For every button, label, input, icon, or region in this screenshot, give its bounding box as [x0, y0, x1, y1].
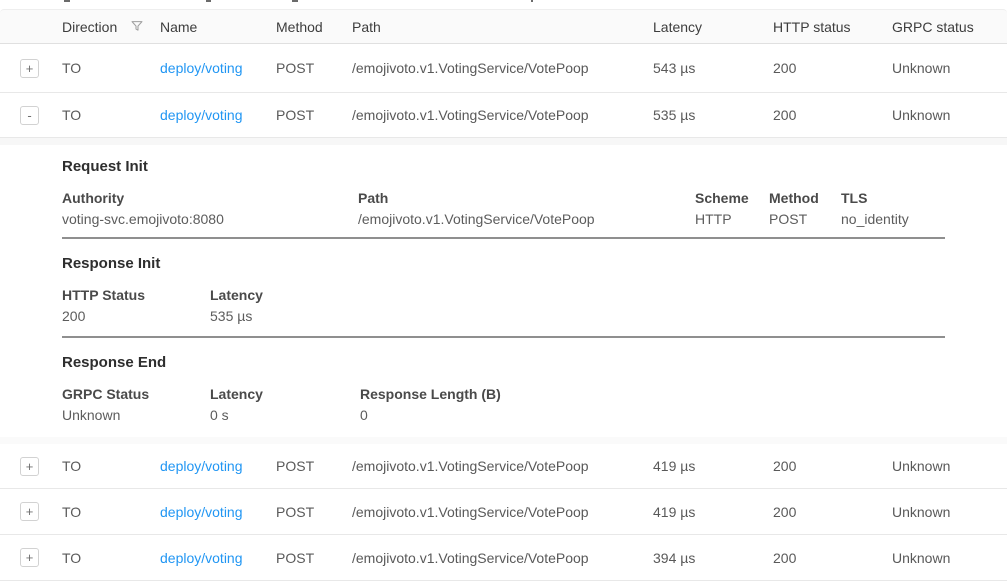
cell-http-status: 200 [773, 60, 892, 76]
column-header-direction-label: Direction [62, 19, 117, 35]
cell-path: /emojivoto.v1.VotingService/VotePoop [352, 458, 653, 474]
tap-results-table: Direction Name Method Path Latency HTTP … [0, 9, 1007, 581]
latency-label: Latency [210, 386, 360, 402]
authority-value: voting-svc.emojivoto:8080 [62, 211, 358, 227]
expand-row-button[interactable]: + [20, 502, 39, 521]
section-divider [62, 336, 945, 338]
cell-http-status: 200 [773, 107, 892, 123]
cell-latency: 543 µs [653, 60, 773, 76]
response-end-title: Response End [62, 354, 945, 372]
http-status-value: 200 [62, 308, 210, 324]
cell-path: /emojivoto.v1.VotingService/VotePoop [352, 107, 653, 123]
response-init-title: Response Init [62, 255, 945, 273]
cell-direction: TO [62, 550, 160, 566]
cell-http-status: 200 [773, 504, 892, 520]
table-row: + TO deploy/voting POST /emojivoto.v1.Vo… [0, 489, 1007, 535]
cell-grpc-status: Unknown [892, 458, 1007, 474]
cell-path: /emojivoto.v1.VotingService/VotePoop [352, 60, 653, 76]
cell-method: POST [276, 458, 352, 474]
request-detail-panel: Request Init Authority Path Scheme Metho… [0, 138, 1007, 444]
cell-latency: 419 µs [653, 504, 773, 520]
cell-path: /emojivoto.v1.VotingService/VotePoop [352, 550, 653, 566]
latency-value: 0 s [210, 407, 360, 423]
column-header-direction: Direction [62, 18, 160, 35]
collapse-row-button[interactable]: - [20, 106, 39, 125]
resource-link[interactable]: deploy/voting [160, 504, 243, 520]
cell-direction: TO [62, 458, 160, 474]
resource-link[interactable]: deploy/voting [160, 550, 243, 566]
cell-direction: TO [62, 60, 160, 76]
grpc-status-value: Unknown [62, 407, 210, 423]
funnel-filter-icon[interactable] [130, 19, 144, 36]
response-length-value: 0 [360, 407, 945, 423]
table-row: + TO deploy/voting POST /emojivoto.v1.Vo… [0, 444, 1007, 489]
table-row: + TO deploy/voting POST /emojivoto.v1.Vo… [0, 44, 1007, 93]
section-divider [62, 237, 945, 239]
column-header-method: Method [276, 19, 352, 35]
cell-http-status: 200 [773, 458, 892, 474]
request-init-title: Request Init [62, 158, 945, 176]
table-row-expanded: - TO deploy/voting POST /emojivoto.v1.Vo… [0, 93, 1007, 138]
tls-value: no_identity [841, 211, 945, 227]
column-header-name: Name [160, 19, 276, 35]
clipped-text-fragment [292, 0, 298, 2]
cell-grpc-status: Unknown [892, 107, 1007, 123]
panel-top-shading [0, 138, 1007, 145]
authority-label: Authority [62, 190, 358, 206]
column-header-http-status: HTTP status [773, 19, 892, 35]
cell-path: /emojivoto.v1.VotingService/VotePoop [352, 504, 653, 520]
method-label: Method [769, 190, 841, 206]
path-value: /emojivoto.v1.VotingService/VotePoop [358, 211, 695, 227]
grpc-status-label: GRPC Status [62, 386, 210, 402]
expand-row-button[interactable]: + [20, 59, 39, 78]
clipped-text-fragment [531, 0, 533, 2]
cell-direction: TO [62, 107, 160, 123]
cell-grpc-status: Unknown [892, 550, 1007, 566]
latency-value: 535 µs [210, 308, 360, 324]
clipped-text-fragment [64, 0, 70, 2]
cell-latency: 535 µs [653, 107, 773, 123]
cell-http-status: 200 [773, 550, 892, 566]
http-status-label: HTTP Status [62, 287, 210, 303]
scheme-label: Scheme [695, 190, 769, 206]
expand-row-button[interactable]: + [20, 457, 39, 476]
cell-method: POST [276, 504, 352, 520]
cell-grpc-status: Unknown [892, 60, 1007, 76]
clipped-text-fragment [206, 0, 211, 2]
tls-label: TLS [841, 190, 945, 206]
cell-method: POST [276, 107, 352, 123]
resource-link[interactable]: deploy/voting [160, 60, 243, 76]
expand-row-button[interactable]: + [20, 548, 39, 567]
cell-latency: 419 µs [653, 458, 773, 474]
column-header-grpc-status: GRPC status [892, 19, 1007, 35]
path-label: Path [358, 190, 695, 206]
latency-label: Latency [210, 287, 360, 303]
scheme-value: HTTP [695, 211, 769, 227]
cell-method: POST [276, 60, 352, 76]
cell-method: POST [276, 550, 352, 566]
cell-direction: TO [62, 504, 160, 520]
resource-link[interactable]: deploy/voting [160, 107, 243, 123]
cell-grpc-status: Unknown [892, 504, 1007, 520]
column-header-path: Path [352, 19, 653, 35]
table-row: + TO deploy/voting POST /emojivoto.v1.Vo… [0, 535, 1007, 581]
column-header-latency: Latency [653, 19, 773, 35]
table-header-row: Direction Name Method Path Latency HTTP … [0, 9, 1007, 44]
response-length-label: Response Length (B) [360, 386, 945, 402]
method-value: POST [769, 211, 841, 227]
resource-link[interactable]: deploy/voting [160, 458, 243, 474]
cell-latency: 394 µs [653, 550, 773, 566]
